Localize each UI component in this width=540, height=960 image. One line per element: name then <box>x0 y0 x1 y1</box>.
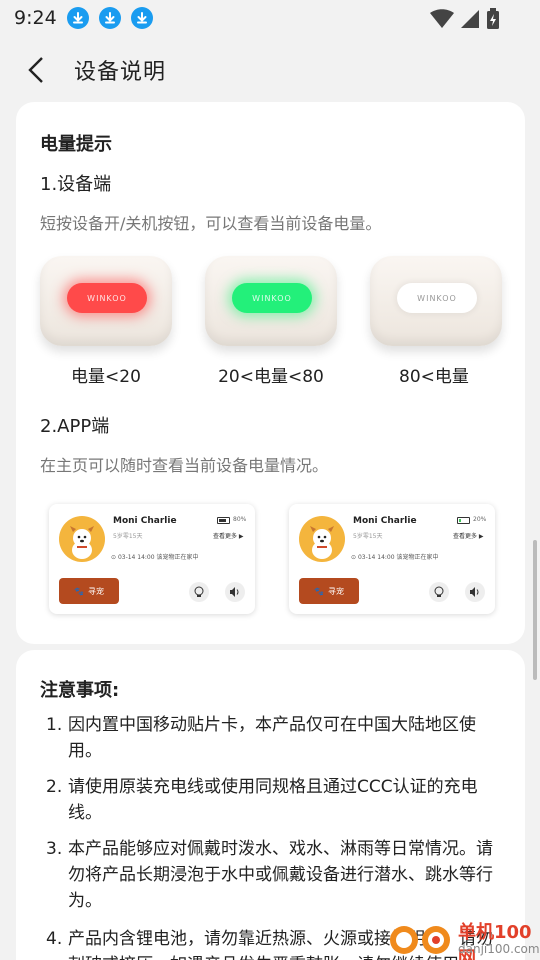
pet-name: Moni Charlie <box>113 516 177 526</box>
signal-icon <box>461 10 479 28</box>
device-led: WINKOO <box>397 283 477 313</box>
app-pet-card: Moni Charlie 5岁零15天 80% 查看更多 ▶ ⊙ 03-14 1… <box>49 504 255 614</box>
app-pet-card: Moni Charlie 5岁零15天 20% 查看更多 ▶ ⊙ 03-14 1… <box>289 504 495 614</box>
device-led: WINKOO <box>232 283 312 313</box>
scrollbar[interactable] <box>533 540 537 680</box>
app-description: 在主页可以随时查看当前设备电量情况。 <box>40 456 329 475</box>
bulb-icon <box>194 586 204 597</box>
light-button[interactable] <box>429 582 449 602</box>
view-more-link[interactable]: 查看更多 ▶ <box>453 531 484 540</box>
find-pet-label: 寻宠 <box>327 586 344 596</box>
pet-avatar <box>59 516 105 562</box>
watermark: 单机100网 danji100.com <box>388 912 540 960</box>
note-number: 2. <box>46 777 63 797</box>
note-item: 1. 因内置中国移动贴片卡，本产品仅可在中国大陆地区使用。 <box>46 712 506 764</box>
view-more-link[interactable]: 查看更多 ▶ <box>213 531 244 540</box>
note-number: 1. <box>46 715 63 735</box>
battery-percent: 20% <box>473 516 487 523</box>
location-row: ⊙ 03-14 14:00 该宠物正在家中 <box>111 552 198 561</box>
battery-level-label: 20<电量<80 <box>218 367 324 387</box>
device-led: WINKOO <box>67 283 147 313</box>
download-icon <box>130 7 153 29</box>
download-icon <box>98 7 121 29</box>
speaker-icon <box>230 587 239 597</box>
download-icon <box>66 7 89 29</box>
device-image-high: WINKOO <box>370 256 502 346</box>
paw-icon: 🐾 <box>74 586 84 596</box>
battery-indicator <box>457 517 470 524</box>
speaker-icon <box>470 587 479 597</box>
location-pin-icon: ⊙ <box>351 554 358 561</box>
bulb-icon <box>434 586 444 597</box>
battery-indicator <box>217 517 230 524</box>
sound-button[interactable] <box>465 582 485 602</box>
location-pin-icon: ⊙ <box>111 554 118 561</box>
notes-title: 注意事项: <box>40 680 120 701</box>
find-pet-button[interactable]: 🐾 寻宠 <box>299 578 359 604</box>
battery-percent: 80% <box>233 516 247 523</box>
pet-age: 5岁零15天 <box>113 533 143 540</box>
device-description: 短按设备开/关机按钮，可以查看当前设备电量。 <box>40 214 382 233</box>
light-button[interactable] <box>189 582 209 602</box>
battery-level-label: 电量<20 <box>71 367 141 387</box>
battery-section-title: 电量提示 <box>40 134 112 155</box>
status-bar: 9:24 <box>0 0 540 36</box>
note-text: 因内置中国移动贴片卡，本产品仅可在中国大陆地区使用。 <box>68 715 476 761</box>
app-bar: 设备说明 <box>0 40 540 100</box>
chevron-left-icon <box>28 57 43 83</box>
device-image-low: WINKOO <box>40 256 172 346</box>
note-item: 3. 本产品能够应对佩戴时泼水、戏水、淋雨等日常情况。请勿将产品长期浸泡于水中或… <box>46 836 506 914</box>
pet-avatar <box>299 516 345 562</box>
device-subtitle: 1.设备端 <box>40 174 112 195</box>
find-pet-label: 寻宠 <box>87 586 104 596</box>
battery-info-card: 电量提示 1.设备端 短按设备开/关机按钮，可以查看当前设备电量。 WINKOO… <box>16 102 525 644</box>
note-number: 3. <box>46 839 63 859</box>
note-number: 4. <box>46 929 63 949</box>
note-item: 2. 请使用原装充电线或使用同规格且通过CCC认证的充电线。 <box>46 774 506 826</box>
battery-icon <box>487 8 499 29</box>
wifi-icon <box>430 9 454 28</box>
find-pet-button[interactable]: 🐾 寻宠 <box>59 578 119 604</box>
note-text: 请使用原装充电线或使用同规格且通过CCC认证的充电线。 <box>68 777 478 823</box>
pet-age: 5岁零15天 <box>353 533 383 540</box>
location-text: 03-14 14:00 该宠物正在家中 <box>357 554 439 561</box>
status-time: 9:24 <box>14 7 57 29</box>
app-subtitle: 2.APP端 <box>40 416 110 437</box>
page-title: 设备说明 <box>74 60 167 85</box>
location-row: ⊙ 03-14 14:00 该宠物正在家中 <box>351 552 438 561</box>
pet-name: Moni Charlie <box>353 516 417 526</box>
watermark-url: danji100.com <box>458 942 540 956</box>
back-button[interactable] <box>6 40 66 100</box>
device-image-mid: WINKOO <box>205 256 337 346</box>
location-text: 03-14 14:00 该宠物正在家中 <box>117 554 199 561</box>
paw-icon: 🐾 <box>314 586 324 596</box>
note-text: 本产品能够应对佩戴时泼水、戏水、淋雨等日常情况。请勿将产品长期浸泡于水中或佩戴设… <box>68 839 493 911</box>
sound-button[interactable] <box>225 582 245 602</box>
battery-level-label: 80<电量 <box>399 367 469 387</box>
